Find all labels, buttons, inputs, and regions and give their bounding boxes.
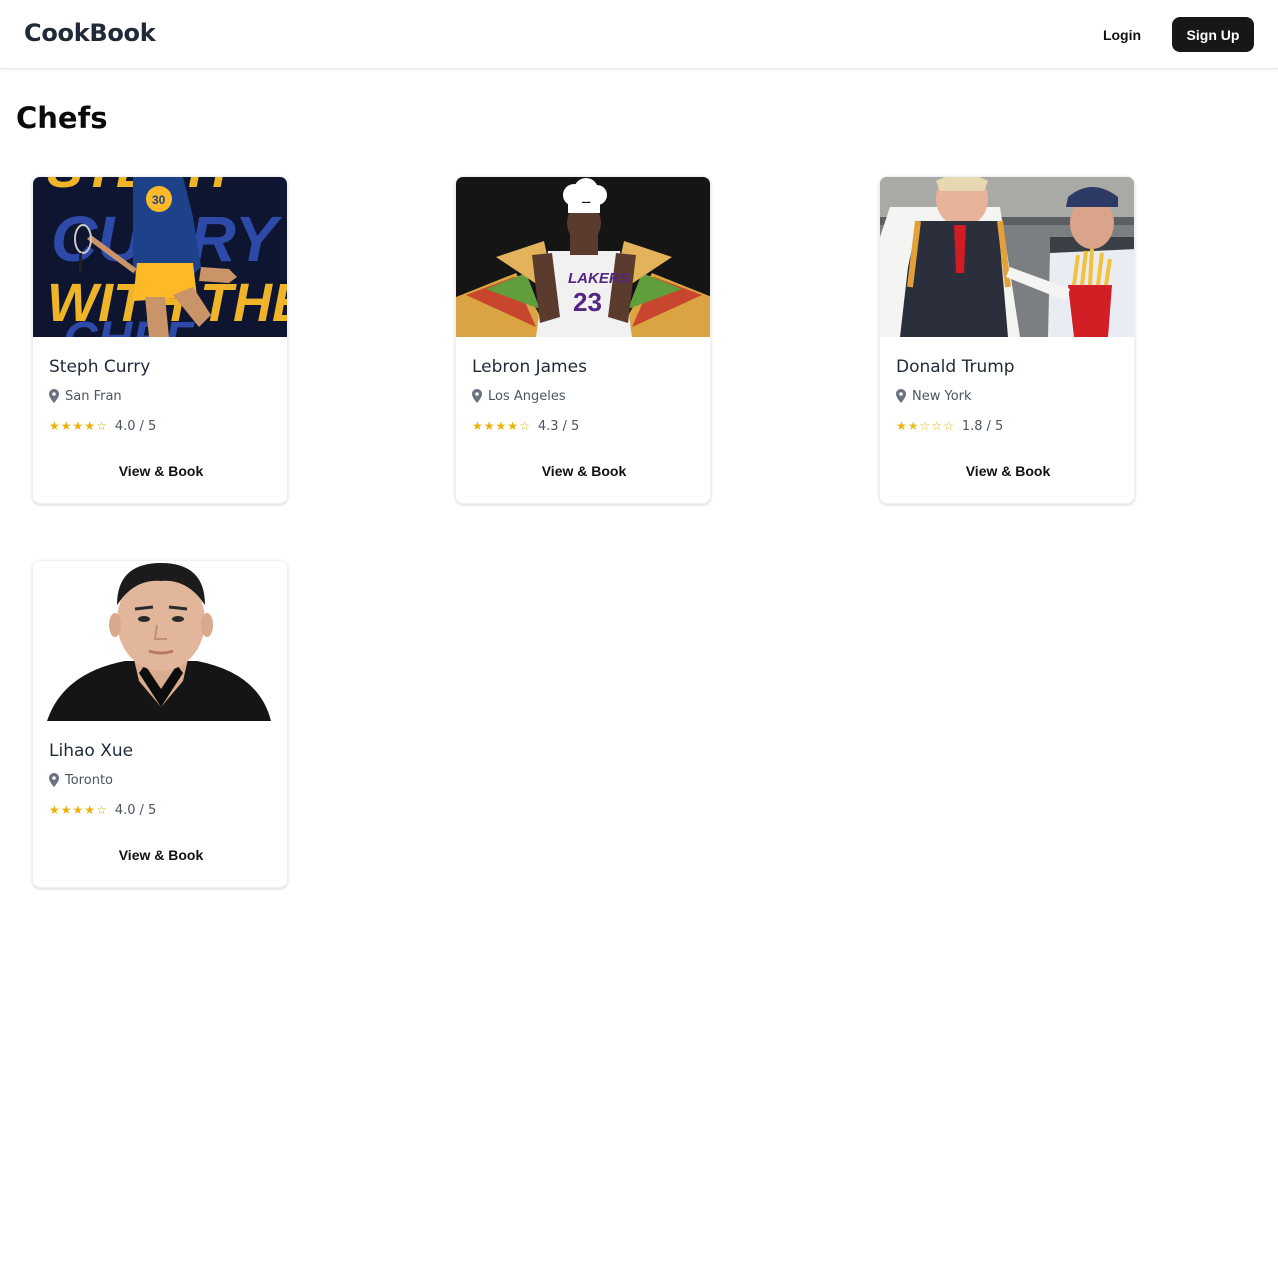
star-icon: ★ bbox=[84, 419, 96, 433]
login-button[interactable]: Login bbox=[1088, 17, 1156, 52]
location-text: San Fran bbox=[65, 388, 122, 404]
chef-rating: ★ ★ ★ ★ ☆ 4.3/ 5 bbox=[472, 417, 579, 435]
chef-photo: STEPH CURRY WITH THE CHEF 30 bbox=[33, 177, 287, 337]
chef-location: San Fran bbox=[49, 387, 122, 405]
chef-photo-image: STEPH CURRY WITH THE CHEF 30 bbox=[33, 177, 287, 337]
chef-rating: ★ ★ ★ ★ ☆ 4.0/ 5 bbox=[49, 801, 156, 819]
star-icon: ★ bbox=[472, 419, 483, 433]
chef-photo-image bbox=[880, 177, 1134, 337]
map-pin-icon bbox=[896, 389, 906, 403]
chef-name: Lihao Xue bbox=[49, 741, 134, 761]
star-rating: ★ ★ ★ ★ ☆ bbox=[49, 420, 107, 432]
page-title: Chefs bbox=[16, 101, 108, 135]
chef-name: Lebron James bbox=[472, 357, 587, 377]
map-pin-icon bbox=[49, 389, 59, 403]
rating-text: 1.8/ 5 bbox=[961, 418, 1004, 434]
location-text: New York bbox=[912, 388, 972, 404]
star-icon: ★ bbox=[60, 803, 72, 817]
chef-card: STEPH CURRY WITH THE CHEF 30 Steph Curry… bbox=[32, 176, 288, 504]
chef-photo-image bbox=[33, 561, 287, 721]
chef-card: Lihao Xue Toronto ★ ★ ★ ★ ☆ 4.0/ 5 View & Bo… bbox=[32, 560, 288, 888]
svg-text:30: 30 bbox=[152, 193, 166, 207]
star-icon: ☆ bbox=[931, 419, 943, 433]
star-rating: ★ ★ ★ ★ ☆ bbox=[472, 420, 530, 432]
star-rating: ★ ★ ★ ★ ☆ bbox=[49, 804, 107, 816]
chef-location: New York bbox=[896, 387, 972, 405]
svg-text:CHEF: CHEF bbox=[63, 313, 195, 337]
star-icon: ★ bbox=[60, 419, 72, 433]
star-icon: ★ bbox=[495, 419, 507, 433]
star-icon: ★ bbox=[896, 419, 907, 433]
star-icon: ★ bbox=[49, 803, 60, 817]
chef-photo bbox=[33, 561, 287, 721]
map-pin-icon bbox=[472, 389, 482, 403]
star-icon: ☆ bbox=[943, 419, 954, 433]
view-book-button[interactable]: View & Book bbox=[896, 453, 1120, 489]
chef-location: Toronto bbox=[49, 771, 113, 789]
brand-logo[interactable]: CookBook bbox=[24, 19, 156, 47]
star-icon: ★ bbox=[72, 419, 84, 433]
star-icon: ☆ bbox=[919, 419, 931, 433]
signup-button[interactable]: Sign Up bbox=[1172, 17, 1254, 52]
star-icon: ★ bbox=[907, 419, 919, 433]
location-text: Los Angeles bbox=[488, 388, 566, 404]
top-navbar: CookBook Login Sign Up bbox=[0, 0, 1278, 69]
view-book-button[interactable]: View & Book bbox=[472, 453, 696, 489]
rating-text: 4.0/ 5 bbox=[114, 418, 157, 434]
chef-rating: ★ ★ ★ ★ ☆ 4.0/ 5 bbox=[49, 417, 156, 435]
star-rating: ★ ★ ☆ ☆ ☆ bbox=[896, 420, 954, 432]
svg-text:23: 23 bbox=[573, 287, 602, 317]
star-icon: ★ bbox=[49, 419, 60, 433]
star-icon: ★ bbox=[72, 803, 84, 817]
rating-text: 4.3/ 5 bbox=[537, 418, 580, 434]
rating-text: 4.0/ 5 bbox=[114, 802, 157, 818]
chef-photo-image: LAKERS 23 bbox=[456, 177, 710, 337]
view-book-button[interactable]: View & Book bbox=[49, 837, 273, 873]
star-icon: ☆ bbox=[519, 419, 530, 433]
chef-photo: LAKERS 23 bbox=[456, 177, 710, 337]
chef-card: LAKERS 23 Lebron James Los Angeles ★ ★ ★ ★ ☆… bbox=[455, 176, 711, 504]
map-pin-icon bbox=[49, 773, 59, 787]
svg-text:LAKERS: LAKERS bbox=[568, 270, 630, 287]
chef-rating: ★ ★ ☆ ☆ ☆ 1.8/ 5 bbox=[896, 417, 1003, 435]
chef-name: Donald Trump bbox=[896, 357, 1015, 377]
star-icon: ★ bbox=[84, 803, 96, 817]
star-icon: ☆ bbox=[96, 803, 107, 817]
chef-card: Donald Trump New York ★ ★ ☆ ☆ ☆ 1.8/ 5 View … bbox=[879, 176, 1135, 504]
star-icon: ☆ bbox=[96, 419, 107, 433]
star-icon: ★ bbox=[483, 419, 495, 433]
chef-location: Los Angeles bbox=[472, 387, 566, 405]
chef-name: Steph Curry bbox=[49, 357, 151, 377]
star-icon: ★ bbox=[507, 419, 519, 433]
chef-photo bbox=[880, 177, 1134, 337]
view-book-button[interactable]: View & Book bbox=[49, 453, 273, 489]
location-text: Toronto bbox=[65, 772, 113, 788]
